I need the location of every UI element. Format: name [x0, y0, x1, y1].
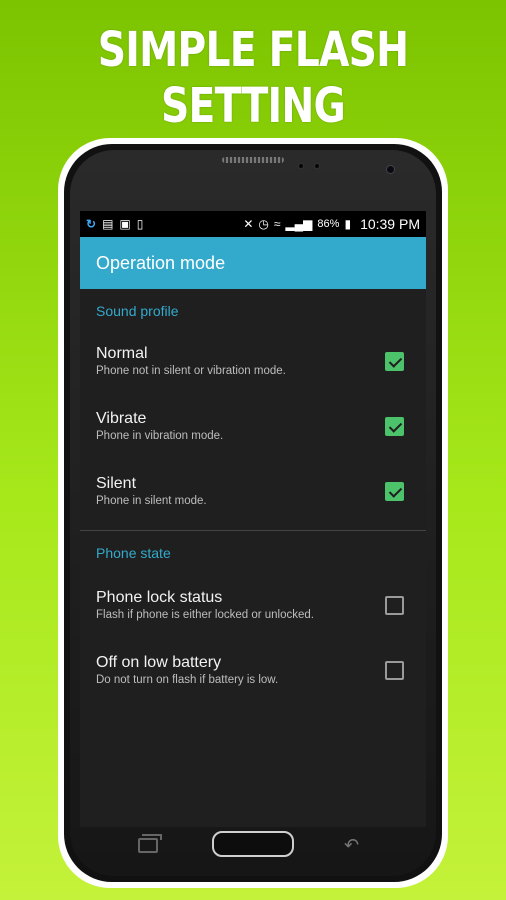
alarm-icon: ◷: [258, 217, 269, 231]
setting-subtitle: Phone not in silent or vibration mode.: [96, 365, 286, 377]
setting-title: Normal: [96, 345, 148, 362]
mute-icon: ✕: [243, 217, 254, 231]
document-icon: ▯: [136, 217, 144, 231]
signal-icon: ▂▄▆: [285, 217, 313, 231]
phone-screen: ↻ ▤ ▣ ▯ ✕ ◷ ≈ ▂▄▆ 86% ▮ 10:39 PM Operati…: [80, 211, 426, 827]
setting-row-phone-lock-status[interactable]: Phone lock status Flash if phone is eith…: [80, 573, 426, 638]
section-title-phone-state: Phone state: [96, 545, 171, 561]
setting-row-silent[interactable]: Silent Phone in silent mode.: [80, 459, 426, 524]
promo-headline: SIMPLE FLASH SETTING: [97, 22, 409, 134]
setting-row-normal[interactable]: Normal Phone not in silent or vibration …: [80, 329, 426, 394]
checkbox-phone-lock-status[interactable]: [385, 595, 404, 615]
battery-icon: ▮: [344, 217, 352, 231]
gallery-icon: ▣: [119, 217, 131, 231]
setting-subtitle: Do not turn on flash if battery is low.: [96, 674, 279, 686]
clock: 10:39 PM: [360, 216, 420, 232]
section-title-sound-profile: Sound profile: [96, 303, 179, 319]
front-camera: [386, 165, 395, 174]
checkbox-silent[interactable]: [385, 481, 404, 501]
settings-list: Sound profile Normal Phone not in silent…: [80, 289, 426, 703]
setting-row-off-on-low-battery[interactable]: Off on low battery Do not turn on flash …: [80, 638, 426, 703]
setting-subtitle: Phone in vibration mode.: [96, 430, 224, 442]
checkbox-normal[interactable]: [385, 351, 404, 371]
wifi-icon: ≈: [273, 217, 281, 231]
checkbox-vibrate[interactable]: [385, 416, 404, 436]
sync-icon: ↻: [86, 217, 97, 231]
app-bar: Operation mode: [80, 237, 426, 289]
setting-title: Vibrate: [96, 410, 147, 427]
proximity-sensor: [298, 163, 304, 169]
home-button[interactable]: [212, 831, 294, 857]
light-sensor: [314, 163, 320, 169]
earpiece-speaker: [222, 157, 284, 163]
storage-icon: ▤: [102, 217, 114, 231]
setting-subtitle: Flash if phone is either locked or unloc…: [96, 609, 314, 621]
recent-apps-icon[interactable]: [138, 834, 162, 853]
battery-percent: 86%: [317, 218, 340, 230]
setting-title: Silent: [96, 475, 137, 492]
status-bar: ↻ ▤ ▣ ▯ ✕ ◷ ≈ ▂▄▆ 86% ▮ 10:39 PM: [80, 211, 426, 237]
setting-row-vibrate[interactable]: Vibrate Phone in vibration mode.: [80, 394, 426, 459]
page-title: Operation mode: [96, 252, 226, 273]
setting-title: Off on low battery: [96, 654, 222, 671]
checkbox-off-on-low-battery[interactable]: [385, 660, 404, 680]
setting-subtitle: Phone in silent mode.: [96, 495, 207, 507]
back-icon[interactable]: ↶: [344, 835, 359, 856]
setting-title: Phone lock status: [96, 589, 223, 606]
